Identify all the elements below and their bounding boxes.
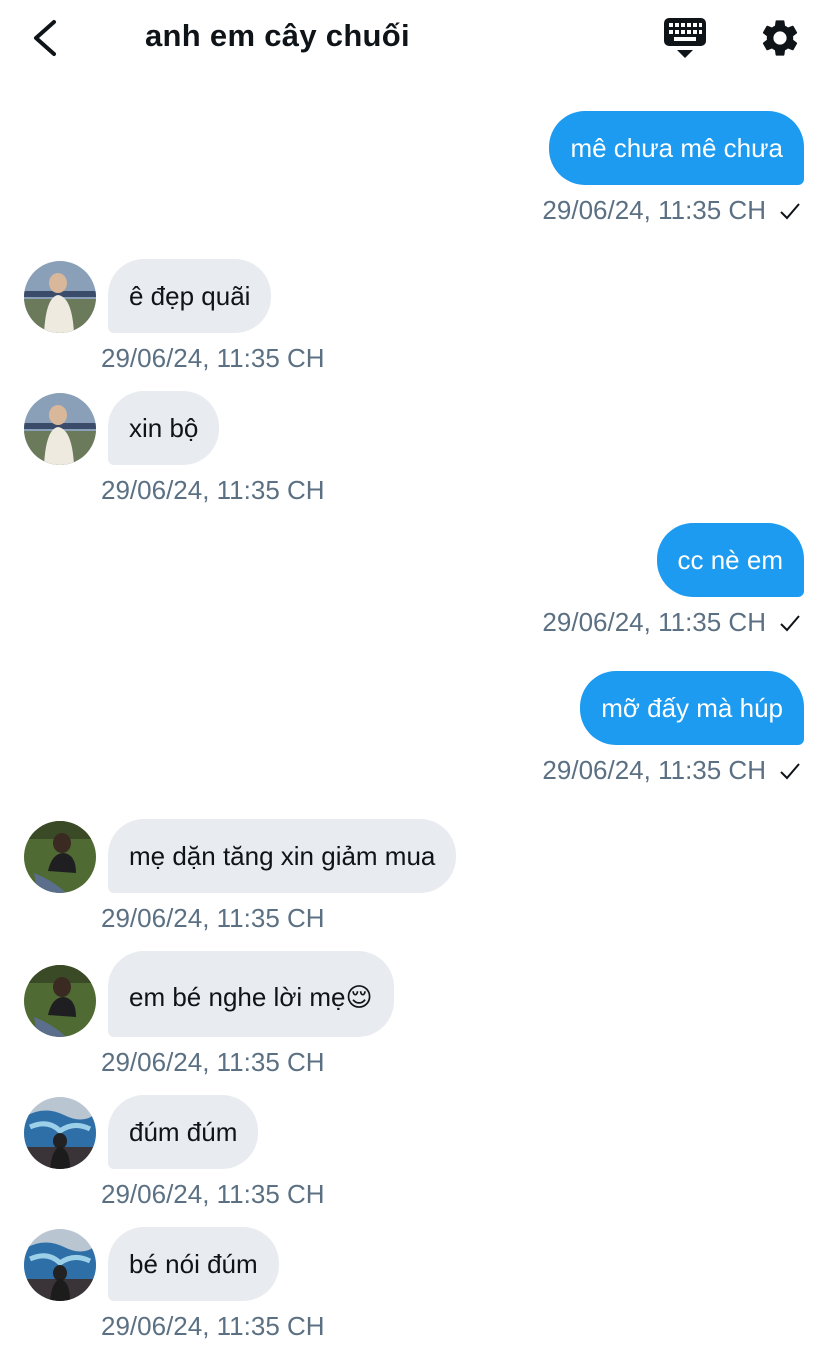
- chevron-left-icon: [34, 20, 56, 56]
- message-incoming: mẹ dặn tăng xin giảm mua 29/06/24, 11:35…: [0, 819, 828, 934]
- message-bubble[interactable]: em bé nghe lời mẹ😌: [108, 951, 394, 1037]
- back-button[interactable]: [28, 16, 68, 60]
- message-incoming: em bé nghe lời mẹ😌 29/06/24, 11:35 CH: [0, 951, 828, 1077]
- message-outgoing: mê chưa mê chưa 29/06/24, 11:35 CH: [0, 111, 828, 226]
- message-bubble[interactable]: ê đẹp quãi: [108, 259, 272, 333]
- avatar[interactable]: [24, 821, 96, 893]
- avatar[interactable]: [24, 1229, 96, 1301]
- keyboard-button[interactable]: [662, 16, 708, 62]
- message-timestamp: 29/06/24, 11:35 CH: [101, 1311, 325, 1341]
- conversation-title[interactable]: anh em cây chuối: [145, 18, 410, 54]
- message-timestamp: 29/06/24, 11:35 CH: [542, 195, 766, 225]
- message-timestamp: 29/06/24, 11:35 CH: [101, 343, 325, 373]
- message-bubble[interactable]: mẹ dặn tăng xin giảm mua: [108, 819, 457, 893]
- message-timestamp: 29/06/24, 11:35 CH: [101, 1047, 325, 1077]
- message-bubble[interactable]: mỡ đấy mà húp: [580, 671, 804, 745]
- keyboard-icon: [664, 18, 706, 58]
- message-incoming: ê đẹp quãi 29/06/24, 11:35 CH: [0, 259, 828, 374]
- message-timestamp: 29/06/24, 11:35 CH: [101, 903, 325, 933]
- checkmark-icon: [780, 203, 800, 220]
- message-bubble[interactable]: xin bộ: [108, 391, 220, 465]
- message-bubble[interactable]: đúm đúm: [108, 1095, 259, 1169]
- avatar[interactable]: [24, 261, 96, 333]
- message-timestamp: 29/06/24, 11:35 CH: [542, 607, 766, 637]
- message-timestamp: 29/06/24, 11:35 CH: [101, 475, 325, 505]
- message-timestamp: 29/06/24, 11:35 CH: [542, 755, 766, 785]
- checkmark-icon: [780, 763, 800, 780]
- message-incoming: xin bộ 29/06/24, 11:35 CH: [0, 391, 828, 506]
- gear-icon: [762, 20, 798, 56]
- chat-header: anh em cây chuối: [0, 0, 828, 78]
- message-incoming: bé nói đúm 29/06/24, 11:35 CH: [0, 1227, 828, 1342]
- message-bubble[interactable]: bé nói đúm: [108, 1227, 279, 1301]
- avatar[interactable]: [24, 1097, 96, 1169]
- message-outgoing: mỡ đấy mà húp 29/06/24, 11:35 CH: [0, 671, 828, 786]
- message-outgoing: cc nè em 29/06/24, 11:35 CH: [0, 523, 828, 638]
- avatar[interactable]: [24, 965, 96, 1037]
- message-timestamp: 29/06/24, 11:35 CH: [101, 1179, 325, 1209]
- settings-button[interactable]: [758, 16, 802, 60]
- message-incoming: đúm đúm 29/06/24, 11:35 CH: [0, 1095, 828, 1210]
- message-bubble[interactable]: cc nè em: [656, 523, 804, 597]
- message-bubble[interactable]: mê chưa mê chưa: [549, 111, 804, 185]
- avatar[interactable]: [24, 393, 96, 465]
- checkmark-icon: [780, 615, 800, 632]
